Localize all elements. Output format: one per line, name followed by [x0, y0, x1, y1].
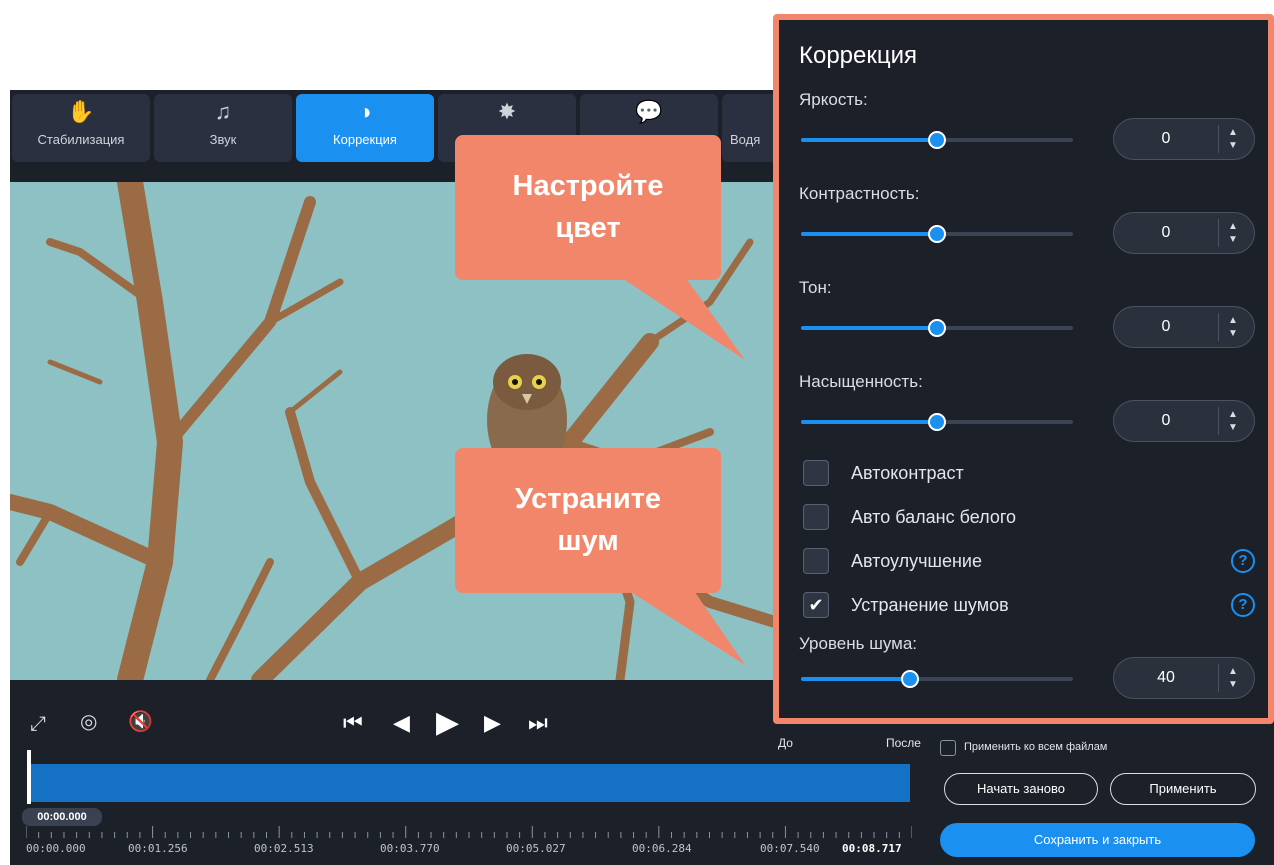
callout-pointer — [620, 585, 745, 665]
callout-pointer — [610, 270, 745, 360]
callout-pointers — [610, 270, 745, 665]
callout-adjust-color: Настройте цвет — [455, 135, 721, 280]
callout-remove-noise: Устраните шум — [455, 448, 721, 593]
